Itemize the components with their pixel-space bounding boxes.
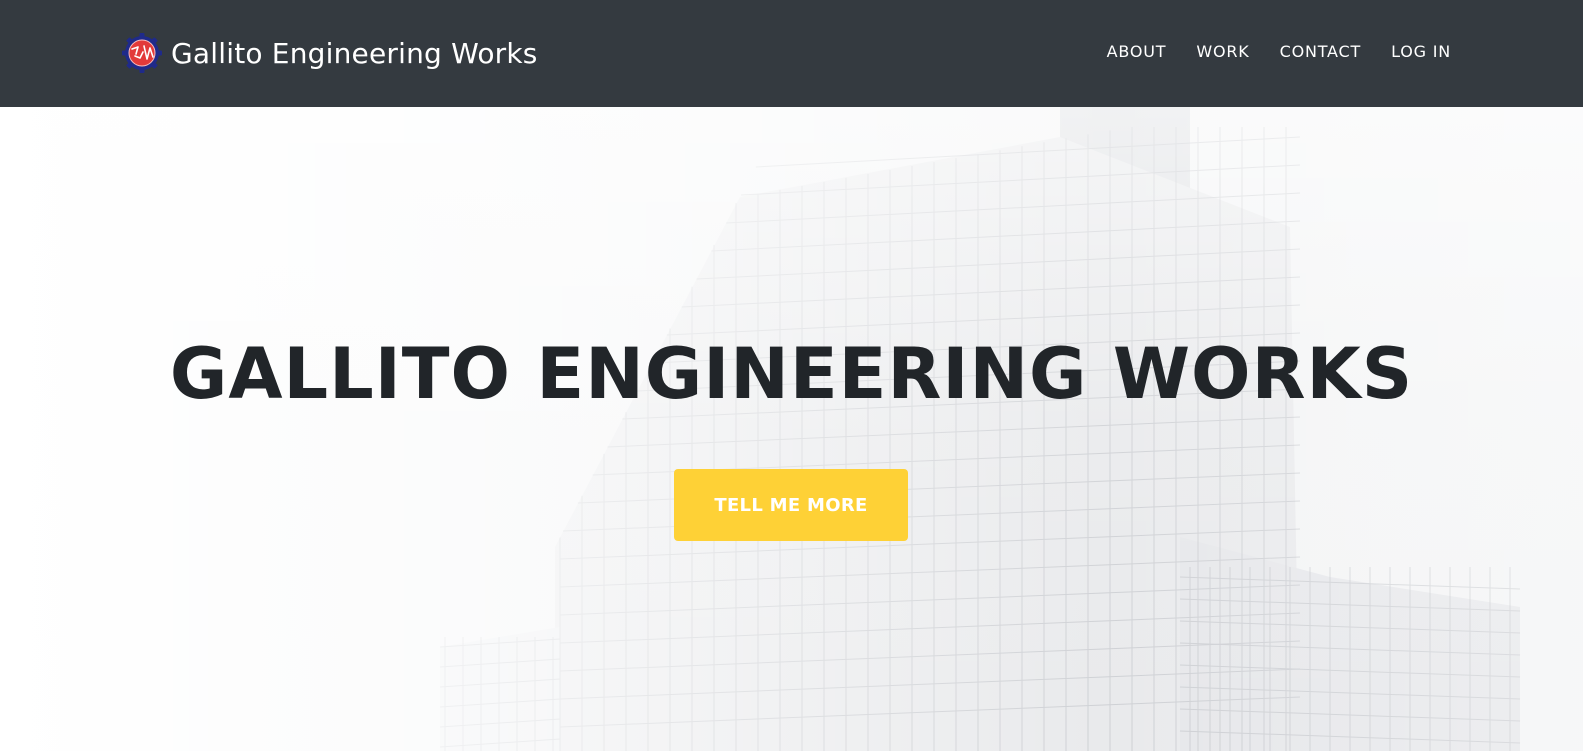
tell-me-more-button[interactable]: TELL ME MORE xyxy=(674,469,908,541)
hero-section: GALLITO ENGINEERING WORKS TELL ME MORE xyxy=(0,107,1583,751)
top-navbar: Gallito Engineering Works ABOUT WORK CON… xyxy=(0,0,1583,107)
nav-link-login[interactable]: LOG IN xyxy=(1391,42,1451,61)
hero-title: GALLITO ENGINEERING WORKS xyxy=(169,333,1414,415)
nav-link-about[interactable]: ABOUT xyxy=(1107,42,1167,61)
nav-link-work[interactable]: WORK xyxy=(1196,42,1249,61)
gear-logo-icon xyxy=(122,33,162,73)
nav-menu: ABOUT WORK CONTACT LOG IN xyxy=(1107,40,1451,64)
nav-item-contact: CONTACT xyxy=(1280,40,1361,64)
nav-item-about: ABOUT xyxy=(1107,40,1167,64)
nav-item-work: WORK xyxy=(1196,40,1249,64)
nav-item-login: LOG IN xyxy=(1391,40,1451,64)
brand-title: Gallito Engineering Works xyxy=(171,36,538,70)
brand-link[interactable]: Gallito Engineering Works xyxy=(121,32,538,74)
building-wireframe-background xyxy=(0,107,1583,751)
nav-link-contact[interactable]: CONTACT xyxy=(1280,42,1361,61)
